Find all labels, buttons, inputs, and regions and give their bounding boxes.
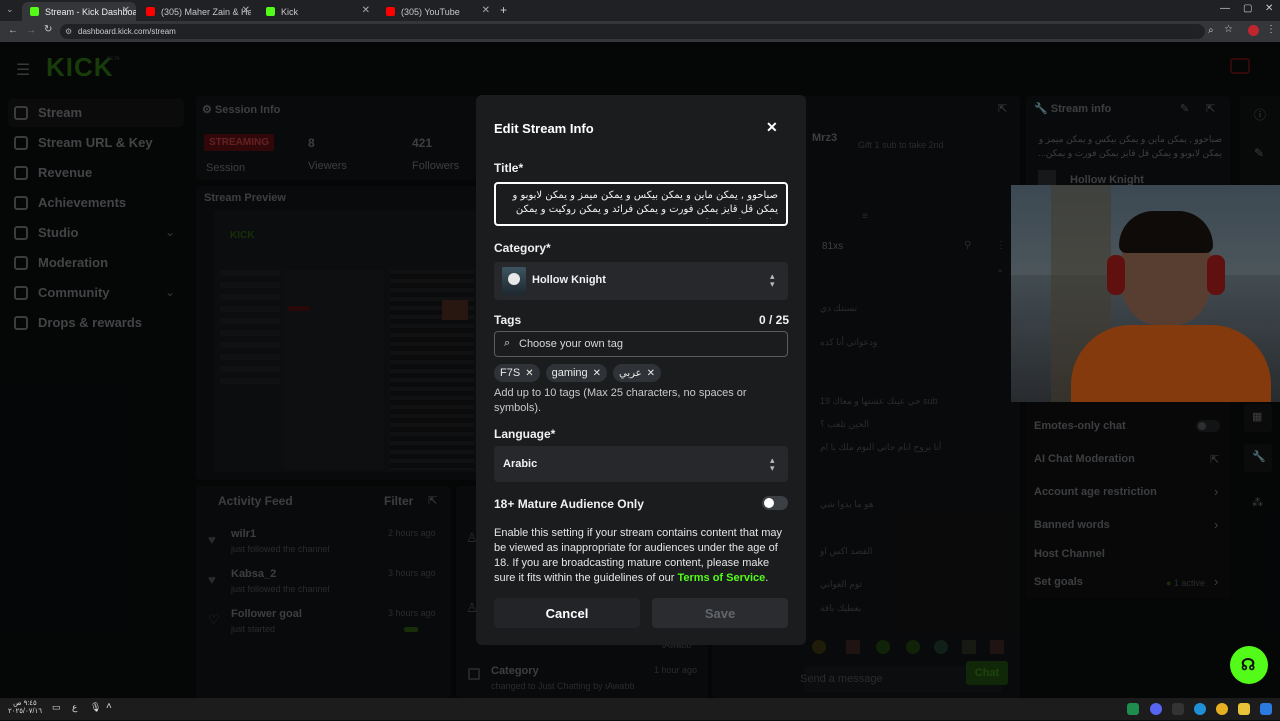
clock[interactable]: ٩:٤٥ ص ٢٠٢٥/٠٧/١٦ <box>8 700 42 716</box>
select-arrows-icon: ▴ ▾ <box>770 455 775 473</box>
title-input-value: صباحوو , يمكن ماين و يمكن بيكس و يمكن مي… <box>512 190 779 219</box>
mature-label: 18+ Mature Audience Only <box>494 497 644 511</box>
tab-search-icon[interactable]: ⌄ <box>6 4 14 15</box>
close-icon[interactable]: ✕ <box>362 5 370 16</box>
forward-icon[interactable]: → <box>26 25 36 36</box>
tags-count: 0 / 25 <box>759 313 790 327</box>
select-arrows-icon: ▴ ▾ <box>770 271 775 289</box>
browser-tab-youtube[interactable]: (305) YouTube ✕ <box>378 2 496 21</box>
bookmark-star-icon[interactable]: ☆ <box>1224 24 1233 35</box>
mature-description: Enable this setting if your stream conta… <box>494 526 790 586</box>
maximize-icon[interactable]: ▢ <box>1243 3 1252 14</box>
taskbar-app-icon[interactable] <box>1127 703 1139 715</box>
notification-icon[interactable]: ▭ <box>52 702 61 713</box>
reload-icon[interactable]: ↻ <box>44 24 52 35</box>
save-button[interactable]: Save <box>652 598 788 628</box>
tags-hint: Add up to 10 tags (Max 25 characters, no… <box>494 387 747 414</box>
microphone-icon[interactable]: 🎙 <box>90 702 101 713</box>
back-icon[interactable]: ← <box>8 25 18 36</box>
cancel-button[interactable]: Cancel <box>494 598 640 628</box>
discord-icon[interactable] <box>1150 703 1162 715</box>
terms-of-service-link[interactable]: Terms of Service <box>677 572 765 584</box>
close-icon[interactable]: ✕ <box>482 5 490 16</box>
clock-time: ٩:٤٥ ص <box>13 700 37 707</box>
clock-date: ٢٠٢٥/٠٧/١٦ <box>8 708 42 715</box>
close-window-icon[interactable]: ✕ <box>1265 3 1273 14</box>
tag-chip: F7S ✕ <box>494 364 540 382</box>
tab-title: Kick <box>281 6 299 17</box>
title-input[interactable]: صباحوو , يمكن ماين و يمكن بيكس و يمكن مي… <box>494 182 788 226</box>
tag-chip: عربي ✕ <box>613 364 662 382</box>
language-value: Arabic <box>503 458 538 470</box>
kick-favicon-icon <box>30 7 39 16</box>
close-icon[interactable]: ✕ <box>122 5 130 16</box>
chrome-icon[interactable] <box>1216 703 1228 715</box>
category-label: Category* <box>494 241 551 255</box>
tag-label: F7S <box>500 367 521 379</box>
language-select[interactable]: Arabic ▴ ▾ <box>494 446 788 482</box>
browser-tab-youtube-song[interactable]: (305) Maher Zain & Harris J - O... ✕ <box>138 2 256 21</box>
edit-stream-info-modal: Edit Stream Info ✕ Title* صباحوو , يمكن … <box>476 95 806 645</box>
minimize-icon[interactable]: — <box>1220 3 1230 14</box>
toggle-knob <box>764 498 774 508</box>
youtube-favicon-icon <box>386 7 395 16</box>
search-icon: ⌕ <box>504 337 511 349</box>
tab-title: (305) YouTube <box>401 6 460 17</box>
more-icon[interactable]: ⋮ <box>1266 24 1276 35</box>
new-tab-icon[interactable]: + <box>500 3 507 17</box>
remove-tag-icon[interactable]: ✕ <box>525 368 533 379</box>
taskbar-app-icon[interactable] <box>1172 703 1184 715</box>
language-indicator[interactable]: ع <box>72 702 77 713</box>
browser-tab-bar: ⌄ Stream - Kick Dashboard ✕ (305) Maher … <box>0 0 1280 21</box>
remove-tag-icon[interactable]: ✕ <box>647 368 655 379</box>
start-icon[interactable] <box>1260 703 1272 715</box>
language-label: Language* <box>494 427 556 441</box>
edge-icon[interactable] <box>1194 703 1206 715</box>
tag-label: عربي <box>619 367 642 379</box>
tag-label: gaming <box>551 367 588 379</box>
kick-favicon-icon <box>266 7 275 16</box>
remove-tag-icon[interactable]: ✕ <box>593 368 601 379</box>
close-icon[interactable]: ✕ <box>242 5 250 16</box>
support-chat-button[interactable]: ☊ <box>1230 646 1268 684</box>
chevron-up-icon[interactable]: ˄ <box>106 701 112 712</box>
file-explorer-icon[interactable] <box>1238 703 1250 715</box>
close-icon[interactable]: ✕ <box>766 119 778 136</box>
hollow-knight-thumbnail <box>502 267 526 295</box>
url-text: dashboard.kick.com/stream <box>78 27 176 36</box>
mature-desc-end: . <box>765 572 769 584</box>
tags-placeholder: Choose your own tag <box>519 338 623 350</box>
browser-tab-kick[interactable]: Kick ✕ <box>258 2 376 21</box>
site-info-icon[interactable]: ⚙ <box>65 24 72 39</box>
url-field[interactable]: ⚙ dashboard.kick.com/stream <box>60 24 1205 39</box>
modal-title: Edit Stream Info <box>494 121 594 136</box>
title-label: Title* <box>494 161 524 175</box>
profile-avatar[interactable] <box>1248 25 1259 36</box>
address-bar-row: ← → ↻ ⚙ dashboard.kick.com/stream ⌕ ☆ ⋮ <box>0 21 1280 42</box>
category-value: Hollow Knight <box>532 274 606 286</box>
tag-chip: gaming ✕ <box>545 364 608 382</box>
zoom-icon[interactable]: ⌕ <box>1208 25 1214 36</box>
tags-label: Tags <box>494 313 522 327</box>
windows-taskbar: ٩:٤٥ ص ٢٠٢٥/٠٧/١٦ ▭ ع 🎙 ˄ <box>0 698 1280 720</box>
tags-input[interactable]: ⌕ Choose your own tag <box>494 331 788 357</box>
tags-list: F7S ✕ gaming ✕ عربي ✕ <box>494 363 788 383</box>
headset-icon: ☊ <box>1241 657 1256 674</box>
browser-tab-kick-dashboard[interactable]: Stream - Kick Dashboard ✕ <box>22 2 136 21</box>
tab-title: (305) Maher Zain & Harris J - O... <box>161 6 251 17</box>
mature-toggle[interactable] <box>762 496 788 510</box>
youtube-favicon-icon <box>146 7 155 16</box>
category-select[interactable]: Hollow Knight ▴ ▾ <box>494 262 788 300</box>
